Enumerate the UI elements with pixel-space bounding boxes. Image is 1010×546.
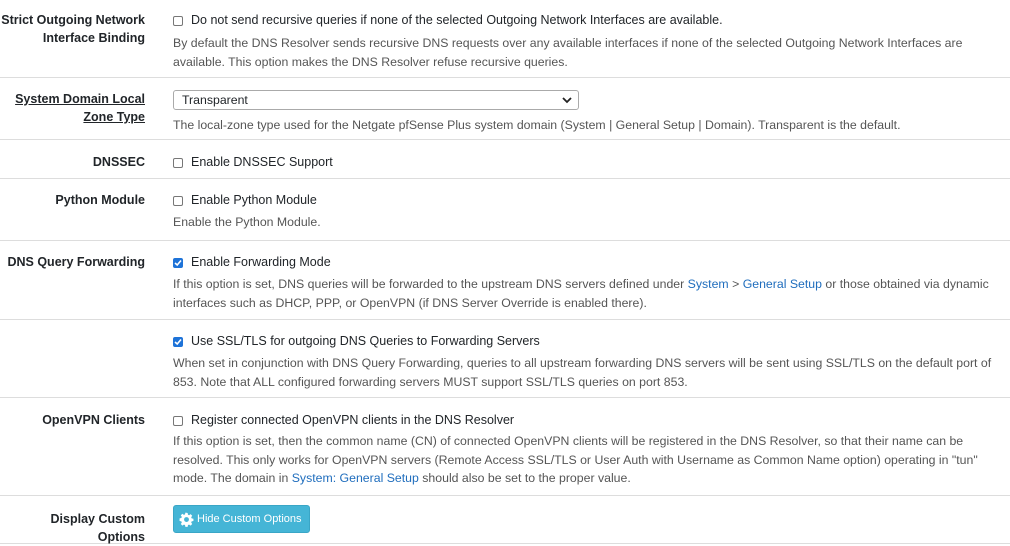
forwarding-checkbox-label: Enable Forwarding Mode (191, 255, 331, 269)
row-openvpn: OpenVPN Clients Register connected OpenV… (0, 398, 1010, 496)
zone-type-content: Transparent The local-zone type used for… (173, 90, 1006, 139)
openvpn-checkbox-label: Register connected OpenVPN clients in th… (191, 413, 515, 427)
dnssec-option[interactable]: Enable DNSSEC Support (173, 153, 1006, 171)
row-dnssec: DNSSEC Enable DNSSEC Support (0, 140, 1010, 179)
zone-type-label[interactable]: System Domain Local Zone Type (0, 90, 145, 139)
row-zone-type: System Domain Local Zone Type Transparen… (0, 78, 1010, 140)
python-module-help: Enable the Python Module. (173, 215, 321, 229)
row-ssl-tls: Use SSL/TLS for outgoing DNS Queries to … (0, 320, 1010, 398)
custom-options-label: Display Custom Options (50, 512, 145, 544)
ssl-tls-option[interactable]: Use SSL/TLS for outgoing DNS Queries to … (173, 332, 1006, 350)
dnssec-label: DNSSEC (92, 155, 145, 169)
system-general-setup-link[interactable]: System: General Setup (292, 471, 419, 485)
row-forwarding: DNS Query Forwarding Enable Forwarding M… (0, 241, 1010, 320)
gear-icon (179, 512, 194, 527)
ssl-tls-checkbox[interactable] (173, 336, 183, 347)
openvpn-help: If this option is set, then the common n… (173, 432, 1006, 488)
forwarding-help: If this option is set, DNS queries will … (173, 275, 1006, 312)
openvpn-checkbox[interactable] (173, 415, 183, 426)
strict-binding-content: Do not send recursive queries if none of… (173, 11, 1006, 77)
forwarding-checkbox[interactable] (173, 257, 183, 268)
ssl-tls-label-spacer (0, 332, 145, 397)
dnssec-checkbox-label: Enable DNSSEC Support (191, 155, 333, 169)
general-setup-link[interactable]: General Setup (743, 277, 822, 291)
row-strict-binding: Strict Outgoing Network Interface Bindin… (0, 0, 1010, 78)
python-module-checkbox-label: Enable Python Module (191, 193, 317, 207)
chevron-down-icon (562, 96, 572, 103)
strict-binding-label: Strict Outgoing Network Interface Bindin… (1, 13, 145, 45)
python-module-label: Python Module (55, 193, 145, 207)
forwarding-label: DNS Query Forwarding (7, 255, 145, 269)
custom-options-content: Hide Custom Options (173, 505, 1006, 543)
forwarding-help-separator: > (728, 277, 743, 291)
row-custom-options: Display Custom Options Hide Custom Optio… (0, 496, 1010, 544)
zone-type-selected-value: Transparent (182, 93, 248, 107)
row-python-module: Python Module Enable Python Module Enabl… (0, 179, 1010, 241)
checkmark-icon (174, 259, 182, 266)
openvpn-help-text-2: should also be set to the proper value. (418, 471, 631, 485)
zone-type-help: The local-zone type used for the Netgate… (173, 118, 901, 132)
ssl-tls-checkbox-label: Use SSL/TLS for outgoing DNS Queries to … (191, 334, 540, 348)
system-link[interactable]: System (688, 277, 729, 291)
ssl-tls-help: When set in conjunction with DNS Query F… (173, 356, 992, 389)
openvpn-label: OpenVPN Clients (42, 413, 145, 427)
forwarding-help-text-1: If this option is set, DNS queries will … (173, 277, 688, 291)
strict-binding-checkbox-label: Do not send recursive queries if none of… (191, 13, 723, 27)
openvpn-content: Register connected OpenVPN clients in th… (173, 411, 1006, 495)
dnssec-content: Enable DNSSEC Support (173, 153, 1006, 178)
checkmark-icon (174, 338, 182, 345)
python-module-content: Enable Python Module Enable the Python M… (173, 191, 1006, 240)
openvpn-option[interactable]: Register connected OpenVPN clients in th… (173, 411, 1006, 429)
forwarding-option[interactable]: Enable Forwarding Mode (173, 253, 1006, 271)
strict-binding-option[interactable]: Do not send recursive queries if none of… (173, 11, 1006, 29)
forwarding-content: Enable Forwarding Mode If this option is… (173, 253, 1006, 319)
ssl-tls-content: Use SSL/TLS for outgoing DNS Queries to … (173, 332, 1006, 397)
strict-binding-checkbox[interactable] (173, 15, 183, 26)
strict-binding-help: By default the DNS Resolver sends recurs… (173, 36, 963, 69)
hide-custom-options-label: Hide Custom Options (197, 513, 302, 525)
hide-custom-options-button[interactable]: Hide Custom Options (173, 505, 310, 533)
python-module-checkbox[interactable] (173, 195, 183, 206)
zone-type-select[interactable]: Transparent (173, 90, 579, 110)
dnssec-checkbox[interactable] (173, 157, 183, 168)
python-module-option[interactable]: Enable Python Module (173, 191, 1006, 209)
